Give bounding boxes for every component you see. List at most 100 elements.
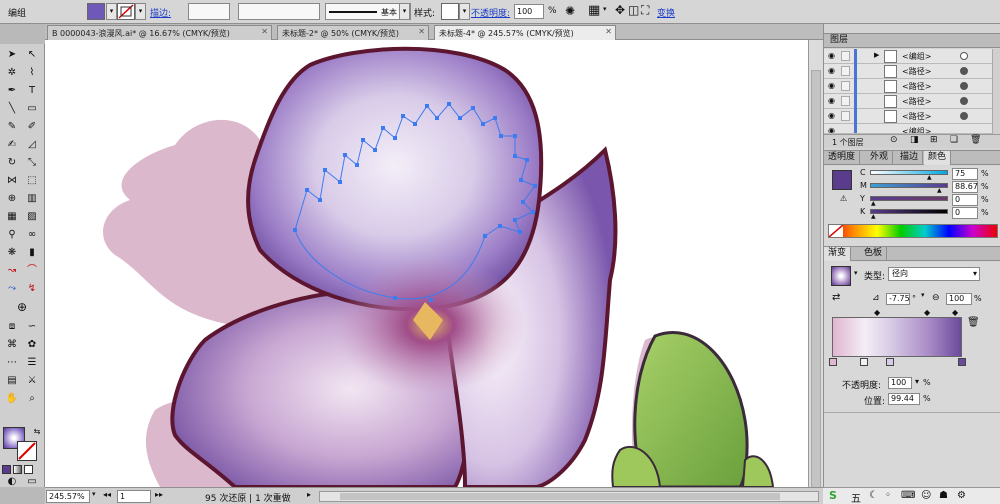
layers-panel-header[interactable]: 图层 xyxy=(824,33,1000,48)
scissors-tool-icon[interactable]: ∽ xyxy=(22,319,42,335)
eye-icon[interactable]: ◉ xyxy=(828,111,835,120)
variable-width-profile[interactable] xyxy=(238,3,320,20)
scrollbar-thumb[interactable] xyxy=(811,70,821,490)
screen-mode-icon[interactable]: ▭ xyxy=(22,474,42,490)
opacity-field[interactable]: 100 xyxy=(514,4,544,19)
curvature-tool-icon[interactable]: ↝ xyxy=(2,263,22,279)
transform-link[interactable]: 变换 xyxy=(657,6,675,19)
blend-tool-icon[interactable]: ∞ xyxy=(22,227,42,243)
eraser-tool-icon[interactable]: ◿ xyxy=(22,137,42,153)
none-mode-icon[interactable] xyxy=(24,465,33,474)
slider-handle[interactable]: ▲ xyxy=(871,200,876,207)
tab-stroke[interactable]: 描边 xyxy=(896,151,924,165)
tab-color[interactable]: 颜色 xyxy=(924,151,952,165)
first-artboard-icon[interactable]: ◂◂ xyxy=(103,490,111,499)
layer-row[interactable]: ◉ <路径> xyxy=(824,64,992,79)
lock-toggle[interactable] xyxy=(841,51,850,61)
expand-arrow-icon[interactable]: ▶ xyxy=(874,51,879,59)
align-icon[interactable]: ▦ xyxy=(588,3,600,18)
channel-value-k[interactable]: 0 xyxy=(952,207,978,219)
swap-fill-stroke-icon[interactable]: ⇆ xyxy=(27,424,47,440)
artboard-canvas[interactable] xyxy=(45,40,808,487)
midpoint-marker[interactable]: ◆ xyxy=(874,308,880,317)
gradient-stop[interactable] xyxy=(886,358,894,366)
stop-opacity-field[interactable]: 100 xyxy=(888,377,912,389)
tab-swatches[interactable]: 色板 xyxy=(860,247,888,261)
vertical-scrollbar[interactable] xyxy=(808,40,823,490)
gradient-stop[interactable] xyxy=(829,358,837,366)
eye-icon[interactable]: ◉ xyxy=(828,126,835,133)
stop-opacity-dropdown-icon[interactable]: ▾ xyxy=(915,377,919,386)
fill-dropdown-icon[interactable]: ▾ xyxy=(106,3,117,20)
brush-dropdown-icon[interactable]: ▾ xyxy=(399,3,410,20)
target-icon[interactable] xyxy=(960,97,968,105)
layer-row[interactable]: ◉ ▶ <编组> xyxy=(824,49,992,64)
stroke-weight-field[interactable] xyxy=(188,3,230,20)
horizontal-scrollbar-thumb[interactable] xyxy=(340,493,780,500)
moon-icon[interactable]: ☾ xyxy=(869,490,878,501)
type-tool-icon[interactable]: T xyxy=(22,83,42,99)
style-dropdown-icon[interactable]: ▾ xyxy=(459,3,470,20)
isolate-icon[interactable]: ✥ xyxy=(615,3,625,17)
graph-tool-icon[interactable]: ▮ xyxy=(22,245,42,261)
arrange-icon[interactable]: ◫ xyxy=(628,3,639,17)
symbol-sprayer-tool-icon[interactable]: ❋ xyxy=(2,245,22,261)
slider-handle[interactable]: ▲ xyxy=(871,213,876,220)
slider-handle[interactable]: ▲ xyxy=(937,187,942,194)
channel-slider-y[interactable]: ▲ xyxy=(870,196,948,207)
width-tool-icon[interactable]: ⋈ xyxy=(2,173,22,189)
rectangle-tool-icon[interactable]: ▭ xyxy=(22,101,42,117)
next-artboard-icon[interactable]: ▸▸ xyxy=(155,490,163,499)
document-tab-2[interactable]: 未标题-2* @ 50% (CMYK/预览) ✕ xyxy=(277,25,429,40)
shape-builder-tool-icon[interactable]: ⊕ xyxy=(2,191,22,207)
eye-icon[interactable]: ◉ xyxy=(828,51,835,60)
document-tab-1[interactable]: B 0000043-浪漫风.ai* @ 16.67% (CMYK/预览) ✕ xyxy=(47,25,272,40)
lock-toggle[interactable] xyxy=(841,96,850,106)
gradient-stop[interactable] xyxy=(860,358,868,366)
free-transform-tool-icon[interactable]: ⬚ xyxy=(22,173,42,189)
channel-slider-c[interactable]: ▲ xyxy=(870,170,948,181)
warp-tool-icon[interactable]: ⌘ xyxy=(2,337,22,353)
close-icon[interactable]: ✕ xyxy=(605,27,612,36)
recolor-icon[interactable]: ✺ xyxy=(565,4,575,18)
status-arrow-icon[interactable]: ▸ xyxy=(307,490,311,499)
zoom-tool-icon[interactable]: ⌕ xyxy=(22,391,42,407)
close-icon[interactable]: ✕ xyxy=(418,27,425,36)
reverse-gradient-icon[interactable]: ⇄ xyxy=(832,292,840,303)
gradient-tool-icon[interactable]: ▨ xyxy=(22,209,42,225)
selection-tool-icon[interactable]: ➤ xyxy=(2,47,22,63)
perspective-grid-tool-icon[interactable]: ▥ xyxy=(22,191,42,207)
stroke-label[interactable]: 描边: xyxy=(150,6,171,19)
hand-tool-icon[interactable]: ✋ xyxy=(2,391,22,407)
direct-selection-tool-icon[interactable]: ↖ xyxy=(22,47,42,63)
gradient-mode-icon[interactable] xyxy=(13,465,22,474)
target-icon[interactable] xyxy=(960,67,968,75)
twirl-tool-icon[interactable]: ✿ xyxy=(22,337,42,353)
color-spectrum-bar[interactable] xyxy=(828,224,998,238)
target-icon[interactable] xyxy=(960,82,968,90)
artboard-tool-icon[interactable]: ⊕ xyxy=(12,299,32,315)
opacity-label[interactable]: 不透明度: xyxy=(471,6,510,19)
align-dropdown-icon[interactable]: ▾ xyxy=(603,5,607,13)
graphic-style-swatch[interactable] xyxy=(441,3,459,20)
column-graph-tool-icon[interactable]: ▤ xyxy=(2,373,22,389)
eye-icon[interactable]: ◉ xyxy=(828,66,835,75)
out-of-gamut-icon[interactable]: ⚠ xyxy=(840,194,847,203)
scale-tool-icon[interactable]: ⤡ xyxy=(22,155,42,171)
new-layer-icon[interactable]: ❏ xyxy=(950,135,958,145)
lock-toggle[interactable] xyxy=(841,111,850,121)
eye-icon[interactable]: ◉ xyxy=(828,96,835,105)
blob-brush-tool-icon[interactable]: ✍ xyxy=(2,137,22,153)
layers-scrollbar[interactable] xyxy=(992,49,1000,134)
pencil-tool-icon[interactable]: ✐ xyxy=(22,119,42,135)
eye-icon[interactable]: ◉ xyxy=(828,81,835,90)
layer-row[interactable]: ◉ <路径> xyxy=(824,79,992,94)
ime-logo-icon[interactable]: S xyxy=(829,489,837,502)
gradient-type-select[interactable]: 径向 ▾ xyxy=(888,267,980,281)
slice-tool-icon[interactable]: ⧈ xyxy=(2,319,22,335)
mesh-tool-icon[interactable]: ▦ xyxy=(2,209,22,225)
gradient-stop-selected[interactable] xyxy=(958,358,966,366)
line-tool-icon[interactable]: ╲ xyxy=(2,101,22,117)
stroke-swatch[interactable] xyxy=(117,3,135,20)
channel-value-y[interactable]: 0 xyxy=(952,194,978,206)
